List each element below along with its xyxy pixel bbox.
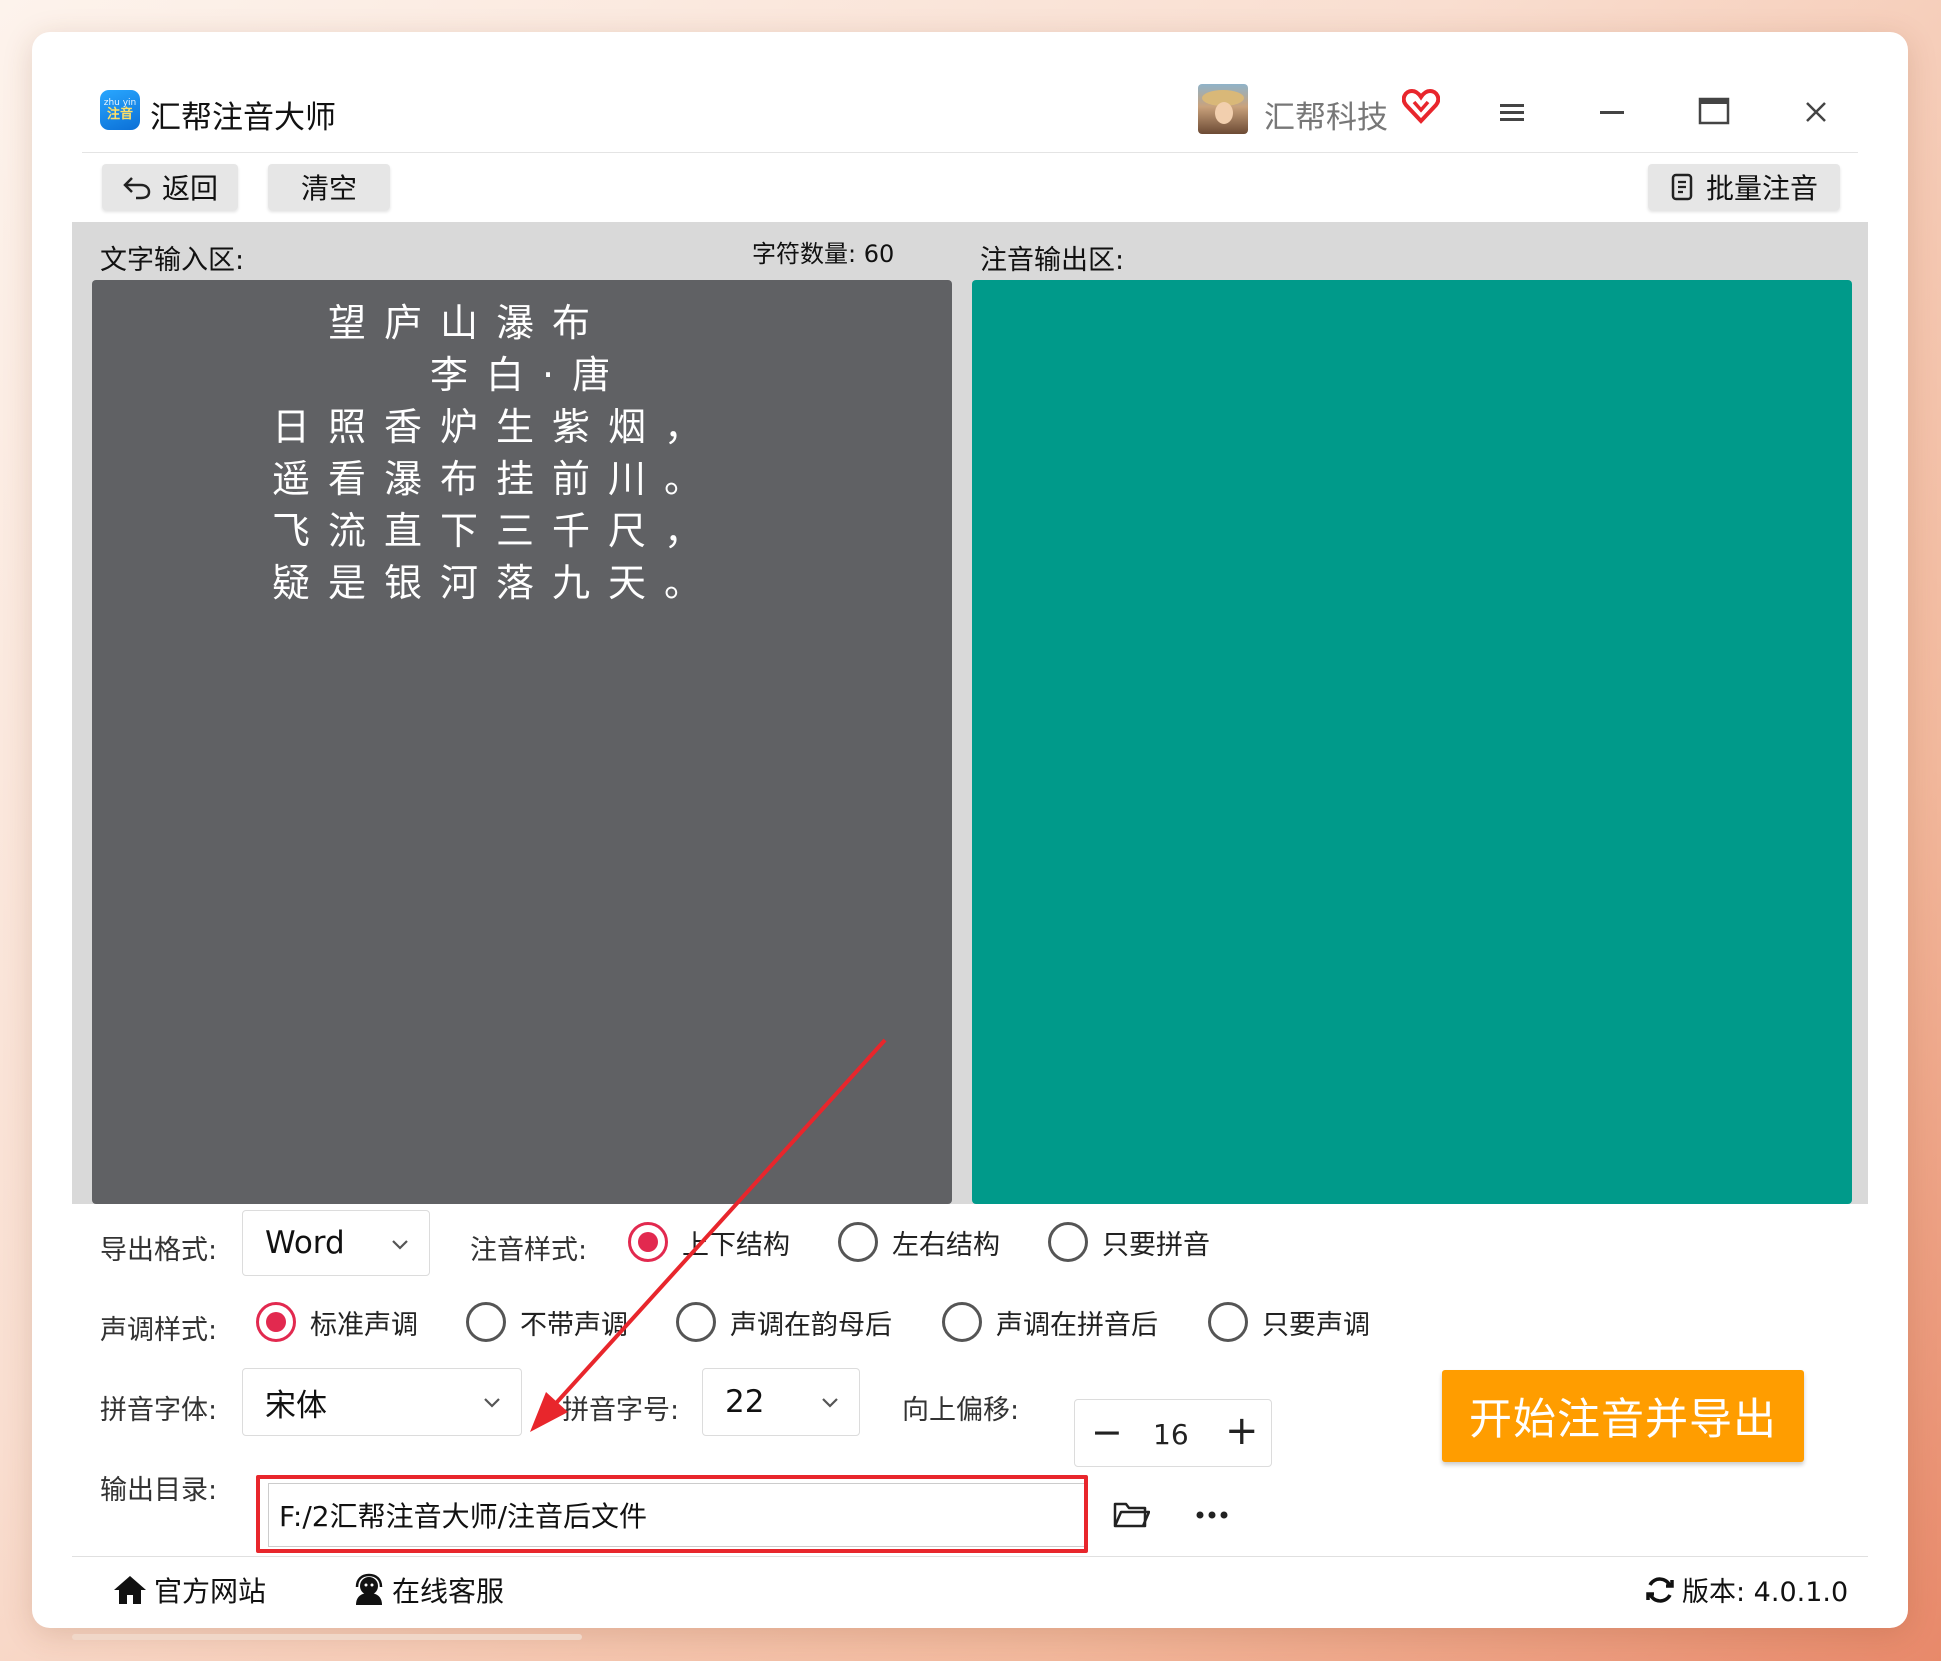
export-format-select[interactable]: Word [242,1210,430,1276]
company-name: 汇帮科技 [1264,100,1388,136]
maximize-icon[interactable] [1698,96,1730,126]
pinyin-font-value: 宋体 [265,1387,327,1424]
logo-text-bottom: 注音 [106,107,133,122]
radio-selected-icon [628,1222,668,1262]
start-annotate-export-button[interactable]: 开始注音并导出 [1442,1370,1804,1462]
official-website-link[interactable]: 官方网站 [112,1570,266,1610]
clear-button[interactable]: 清空 [268,164,390,210]
style-option-horizontal[interactable]: 左右结构 [838,1222,1000,1262]
menu-icon[interactable] [1498,98,1526,126]
more-options-icon[interactable] [1192,1500,1232,1530]
footer-separator [72,1556,1868,1557]
input-area-label: 文字输入区: [100,245,245,276]
poem-line: 望庐山瀑布 [328,301,609,345]
style-option-vertical[interactable]: 上下结构 [628,1222,790,1262]
radio-selected-icon [256,1302,296,1342]
tone-option-label: 不带声调 [520,1309,628,1341]
document-icon [1671,173,1693,201]
user-avatar[interactable] [1198,84,1248,134]
pinyin-size-value: 22 [725,1384,765,1420]
title-separator [82,152,1858,153]
export-format-label: 导出格式: [100,1235,218,1266]
radio-icon [676,1302,716,1342]
char-count: 字符数量: 60 [752,240,895,268]
home-icon [114,1576,146,1604]
output-dir-field[interactable]: F:/2汇帮注音大师/注音后文件 [268,1483,1088,1547]
poem-line: 遥看瀑布挂前川。 [272,457,721,501]
offset-value: 16 [1153,1418,1189,1451]
poem-line: 疑是银河落九天。 [272,561,721,605]
undo-arrow-icon [123,177,151,200]
tone-option-label: 只要声调 [1262,1309,1370,1341]
radio-icon [838,1222,878,1262]
back-button-label: 返回 [161,172,218,205]
font-label: 拼音字体: [100,1395,218,1426]
decrement-button[interactable]: − [1091,1413,1123,1451]
radio-icon [942,1302,982,1342]
folder-open-icon[interactable] [1112,1498,1150,1530]
chevron-down-icon [392,1240,408,1250]
poem-line: 日照香炉生紫烟， [272,405,721,449]
offset-label: 向上偏移: [902,1395,1020,1426]
style-option-label: 只要拼音 [1102,1229,1210,1261]
minimize-icon[interactable] [1598,98,1626,126]
version-label: 版本: 4.0.1.0 [1682,1577,1849,1608]
tone-option-after-final[interactable]: 声调在韵母后 [676,1302,892,1342]
tone-option-tone-only[interactable]: 只要声调 [1208,1302,1370,1342]
app-title: 汇帮注音大师 [150,100,336,136]
radio-icon [466,1302,506,1342]
title-bar: zhu yin 注音 汇帮注音大师 汇帮科技 [32,32,1908,152]
pinyin-size-select[interactable]: 22 [702,1368,860,1436]
tone-option-label: 标准声调 [310,1309,418,1341]
radio-icon [1208,1302,1248,1342]
customer-service-icon [355,1573,383,1605]
pinyin-font-select[interactable]: 宋体 [242,1368,522,1436]
poem-line: 李白·唐 [430,353,629,397]
app-logo-icon: zhu yin 注音 [100,90,140,130]
online-service-link[interactable]: 在线客服 [352,1570,504,1610]
tone-option-label: 声调在韵母后 [730,1309,892,1341]
tone-label: 声调样式: [100,1315,218,1346]
close-icon[interactable] [1802,98,1830,126]
background-strip [72,1634,582,1640]
tone-option-label: 声调在拼音后 [996,1309,1158,1341]
offset-stepper: − 16 + [1074,1399,1272,1467]
output-area-label: 注音输出区: [980,245,1125,276]
tone-option-standard[interactable]: 标准声调 [256,1302,418,1342]
vip-heart-icon[interactable] [1402,88,1440,124]
back-button[interactable]: 返回 [102,164,238,210]
poem-line: 飞流直下三千尺， [272,509,721,553]
version-info: 版本: 4.0.1.0 [1644,1570,1848,1609]
batch-button-label: 批量注音 [1705,172,1818,205]
chevron-down-icon [822,1398,838,1408]
service-label: 在线客服 [392,1575,505,1608]
app-window: zhu yin 注音 汇帮注音大师 汇帮科技 返回 清空 批量注音 文字输入区:… [32,32,1908,1628]
text-input-area[interactable]: 望庐山瀑布 李白·唐 日照香炉生紫烟， 遥看瀑布挂前川。 飞流直下三千尺， 疑是… [92,280,952,1204]
website-label: 官方网站 [154,1575,267,1608]
style-label: 注音样式: [470,1235,588,1266]
tone-option-none[interactable]: 不带声调 [466,1302,628,1342]
logo-text-top: zhu yin [103,98,137,108]
output-dir-label: 输出目录: [100,1475,218,1506]
style-option-label: 左右结构 [892,1229,1000,1261]
tone-option-after-pinyin[interactable]: 声调在拼音后 [942,1302,1158,1342]
style-option-label: 上下结构 [682,1229,790,1261]
annotation-output-area[interactable] [972,280,1852,1204]
batch-annotate-button[interactable]: 批量注音 [1648,164,1840,210]
font-size-label: 拼音字号: [562,1395,680,1426]
chevron-down-icon [484,1398,500,1408]
increment-button[interactable]: + [1225,1411,1259,1451]
style-option-pinyin-only[interactable]: 只要拼音 [1048,1222,1210,1262]
refresh-icon[interactable] [1644,1574,1676,1606]
export-format-value: Word [265,1225,345,1261]
clear-button-label: 清空 [300,172,357,205]
radio-icon [1048,1222,1088,1262]
